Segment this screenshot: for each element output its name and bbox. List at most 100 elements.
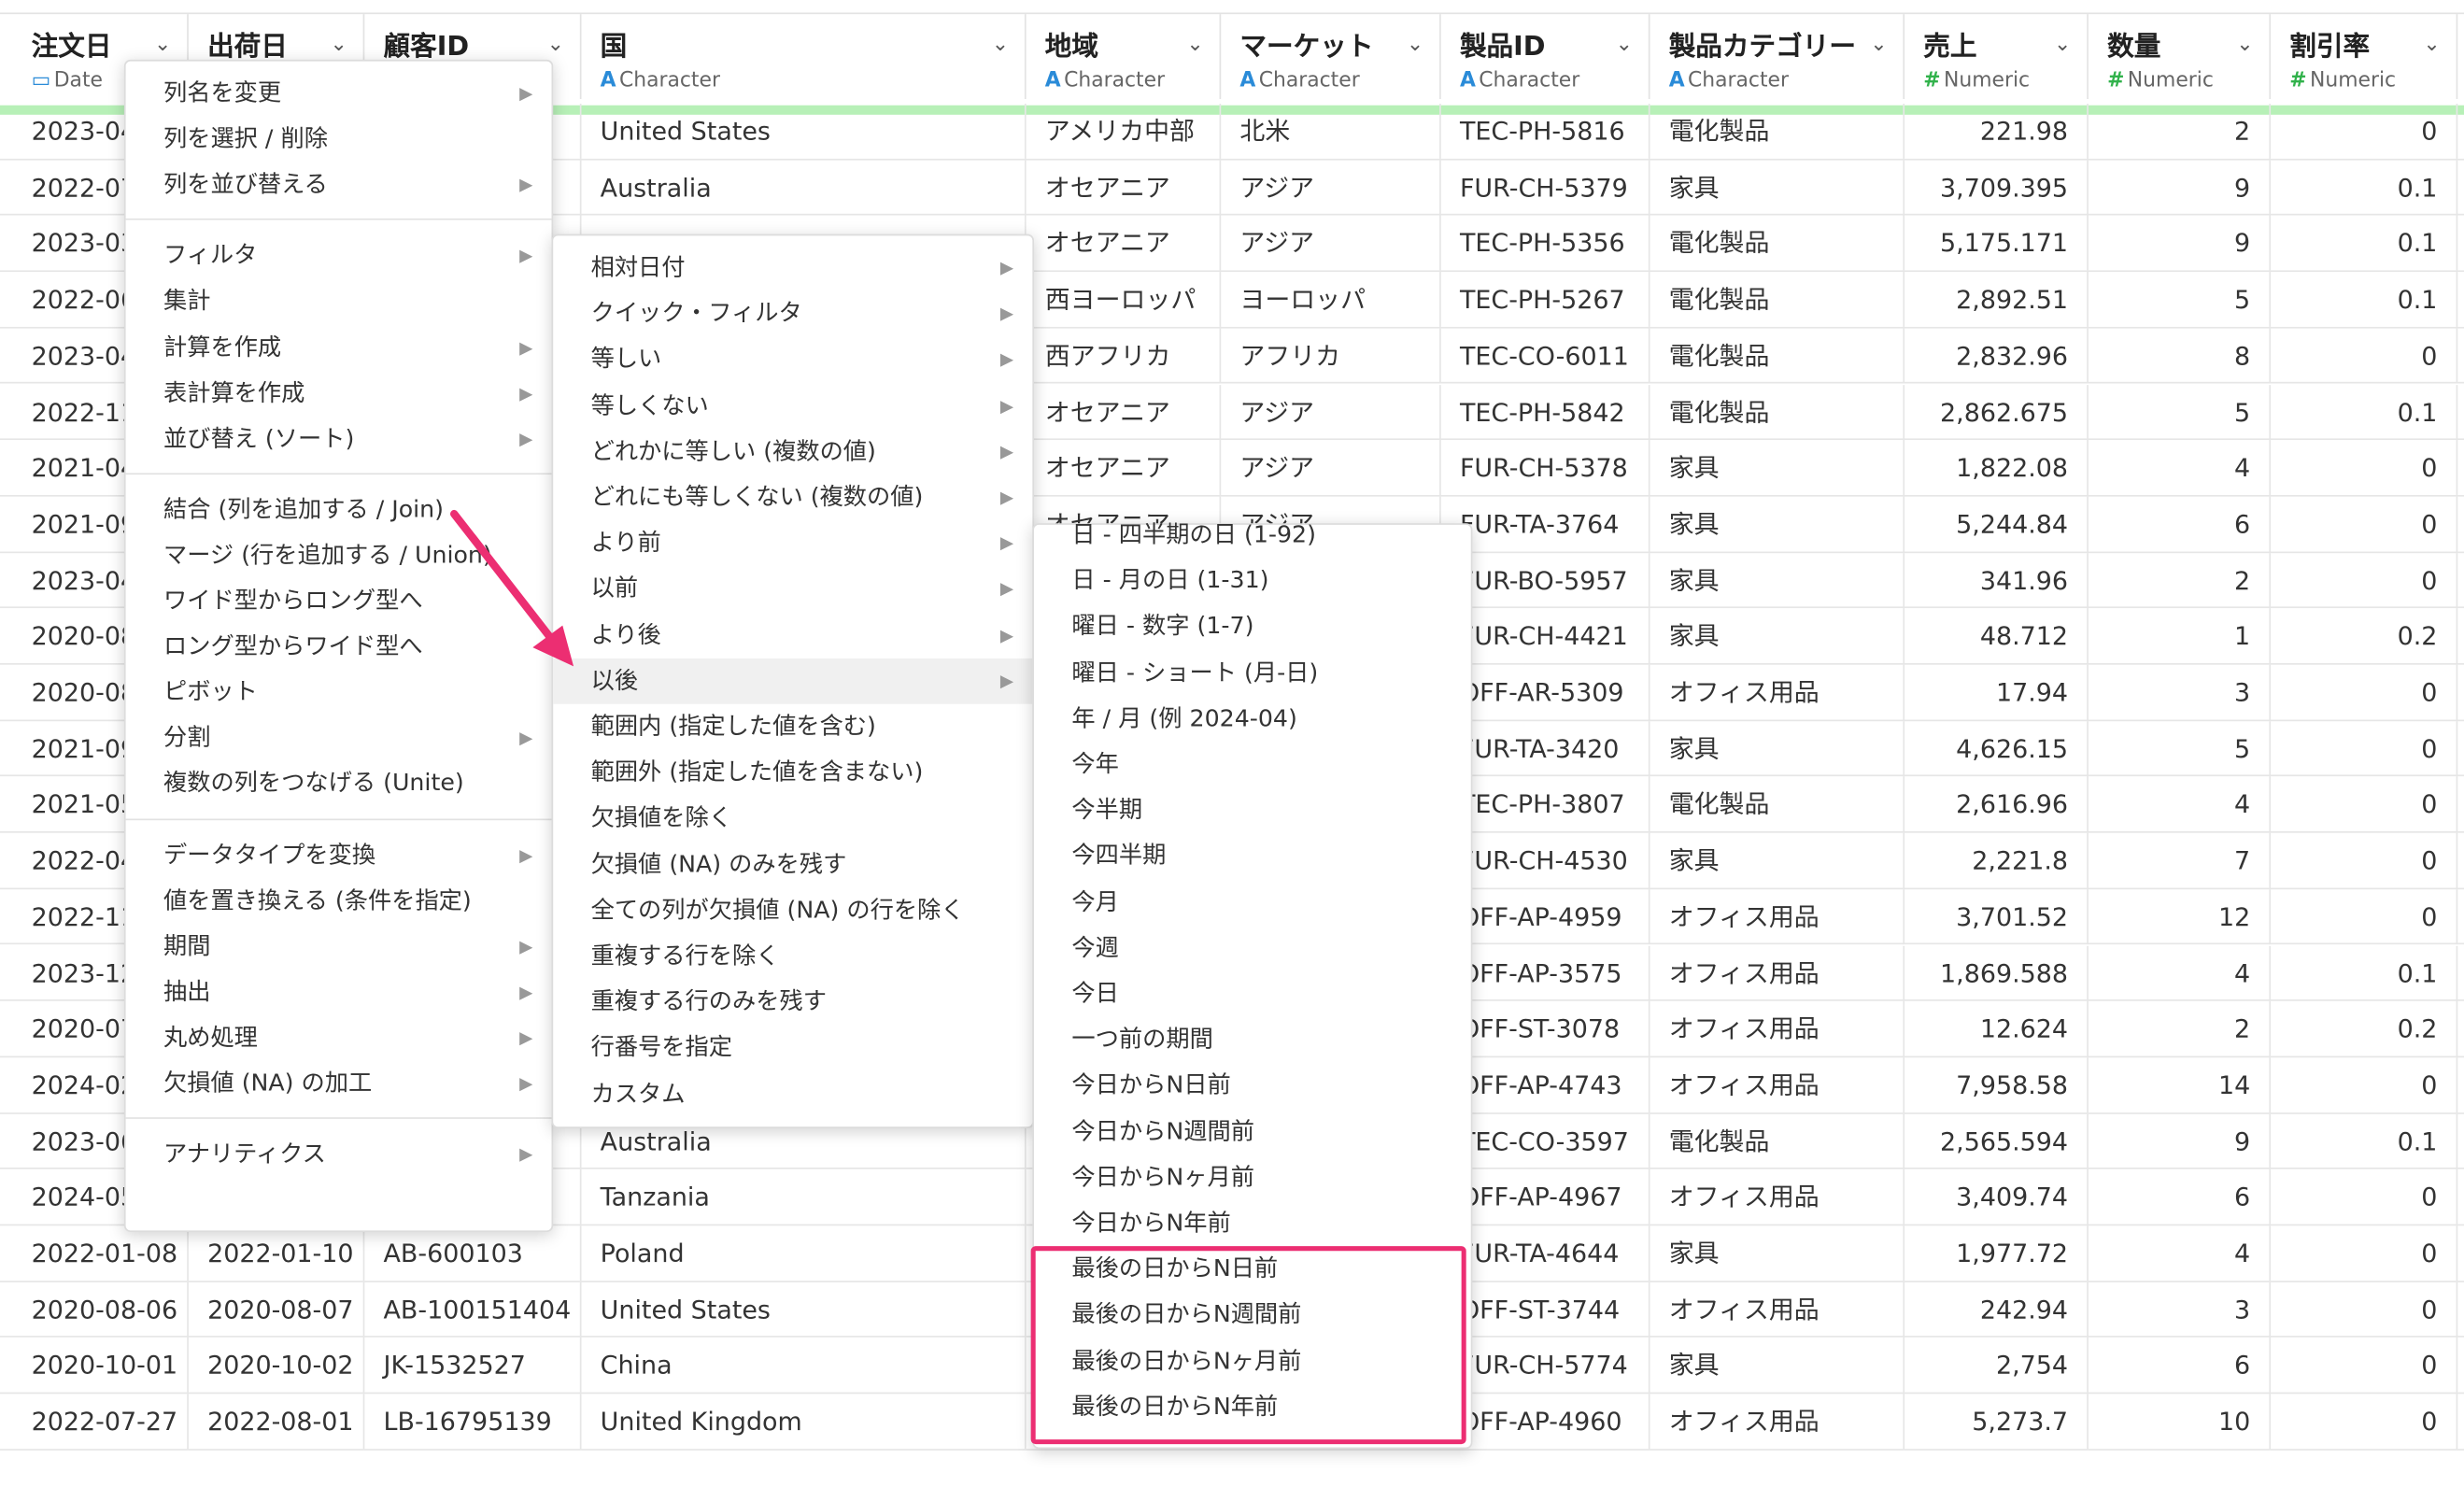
menu-item[interactable]: 値を置き換える (条件を指定) <box>126 878 552 924</box>
chevron-down-icon[interactable]: ⌄ <box>1870 33 1887 56</box>
menu-item[interactable]: データタイプを変換 ▶ <box>126 832 552 878</box>
table-cell: 2022-01-10 <box>189 1225 365 1282</box>
menu-item[interactable]: フィルタ ▶ <box>126 233 552 278</box>
menu-item[interactable]: 列を選択 / 削除 <box>126 117 552 163</box>
menu-item-label: 重複する行のみを残す <box>590 986 827 1016</box>
filter-menu-item[interactable]: 欠損値 (NA) のみを残す <box>553 842 1032 887</box>
chevron-down-icon[interactable]: ⌄ <box>1616 33 1633 56</box>
date-menu-item[interactable]: 今日からN週間前 <box>1034 1109 1471 1154</box>
date-menu-item[interactable]: 今四半期 <box>1034 833 1471 879</box>
date-menu-item[interactable]: 今半期 <box>1034 787 1471 833</box>
menu-item[interactable]: 抽出 ▶ <box>126 970 552 1015</box>
filter-menu-item[interactable]: どれにも等しくない (複数の値) ▶ <box>553 474 1032 520</box>
menu-item[interactable]: ロング型からワイド型へ <box>126 624 552 670</box>
filter-menu-item[interactable]: クイック・フィルタ ▶ <box>553 291 1032 337</box>
table-cell: TEC-PH-5267 <box>1441 272 1650 328</box>
date-menu-item[interactable]: 今週 <box>1034 926 1471 971</box>
character-type-icon: A <box>1239 69 1256 93</box>
chevron-down-icon[interactable]: ⌄ <box>992 33 1009 56</box>
filter-menu-item[interactable]: より前 ▶ <box>553 520 1032 566</box>
date-menu-item[interactable]: 今日 <box>1034 971 1471 1017</box>
filter-menu-item[interactable]: 行番号を指定 <box>553 1026 1032 1071</box>
table-cell: 2,616.96 <box>1905 776 2089 832</box>
column-header-10[interactable]: 割引率 # Numeric ⌄ <box>2271 14 2458 99</box>
menu-item-label: 丸め処理 <box>163 1023 258 1052</box>
filter-menu-item[interactable]: 欠損値を除く <box>553 796 1032 842</box>
filter-menu-item[interactable]: カスタム <box>553 1071 1032 1117</box>
table-cell: 0.1 <box>2271 216 2458 272</box>
filter-menu-item[interactable]: より後 ▶ <box>553 612 1032 658</box>
table-cell: 14 <box>2089 1057 2272 1112</box>
filter-menu-item[interactable]: 等しい ▶ <box>553 337 1032 383</box>
menu-item[interactable]: 期間 ▶ <box>126 924 552 970</box>
filter-menu-item[interactable]: 以前 ▶ <box>553 566 1032 612</box>
filter-menu-item[interactable]: 重複する行のみを残す <box>553 979 1032 1025</box>
menu-item[interactable]: 並び替え (ソート) ▶ <box>126 416 552 461</box>
chevron-down-icon[interactable]: ⌄ <box>2236 33 2253 56</box>
column-header-9[interactable]: 数量 # Numeric ⌄ <box>2089 14 2272 99</box>
chevron-down-icon[interactable]: ⌄ <box>547 33 564 56</box>
menu-item-label: 欠損値 (NA) のみを残す <box>590 849 847 878</box>
column-header-7[interactable]: 製品カテゴリー A Character ⌄ <box>1650 14 1905 99</box>
table-cell: 4 <box>2089 440 2272 496</box>
filter-menu-item[interactable]: 重複する行を除く <box>553 933 1032 979</box>
chevron-down-icon[interactable]: ⌄ <box>330 33 347 56</box>
date-menu-item[interactable]: 日 - 四半期の日 (1-92) <box>1034 512 1471 558</box>
filter-menu-item[interactable]: 範囲内 (指定した値を含む) <box>553 704 1032 750</box>
menu-item[interactable]: 丸め処理 ▶ <box>126 1015 552 1061</box>
character-type-icon: A <box>1459 69 1476 93</box>
menu-item-label: 日 - 四半期の日 (1-92) <box>1071 519 1316 549</box>
menu-item[interactable]: 分割 ▶ <box>126 715 552 761</box>
chevron-down-icon[interactable]: ⌄ <box>1407 33 1423 56</box>
date-menu-item[interactable]: 今日からN日前 <box>1034 1063 1471 1109</box>
menu-item[interactable]: 列を並び替える ▶ <box>126 163 552 208</box>
chevron-down-icon[interactable]: ⌄ <box>1186 33 1203 56</box>
table-cell: 1,822.08 <box>1905 440 2089 496</box>
date-menu-item[interactable]: 年 / 月 (例 2024-04) <box>1034 696 1471 742</box>
date-menu-item[interactable]: 曜日 - 数字 (1-7) <box>1034 604 1471 650</box>
chevron-down-icon[interactable]: ⌄ <box>2423 33 2440 56</box>
filter-menu-item[interactable]: 全ての列が欠損値 (NA) の行を除く <box>553 887 1032 933</box>
column-header-6[interactable]: 製品ID A Character ⌄ <box>1441 14 1650 99</box>
menu-item[interactable]: 結合 (列を追加する / Join) <box>126 487 552 532</box>
date-menu-item[interactable]: 今日からN年前 <box>1034 1200 1471 1246</box>
menu-item[interactable]: 複数の列をつなげる (Unite) <box>126 761 552 807</box>
column-header-4[interactable]: 地域 A Character ⌄ <box>1027 14 1222 99</box>
table-cell: 0 <box>2271 832 2458 888</box>
menu-item[interactable]: 計算を作成 ▶ <box>126 324 552 370</box>
menu-item-label: フィルタ <box>163 240 258 270</box>
column-header-5[interactable]: マーケット A Character ⌄ <box>1221 14 1441 99</box>
menu-item[interactable]: マージ (行を追加する / Union) <box>126 532 552 578</box>
menu-item[interactable]: 集計 <box>126 278 552 324</box>
chevron-down-icon[interactable]: ⌄ <box>154 33 171 56</box>
menu-item[interactable]: 欠損値 (NA) の加工 ▶ <box>126 1061 552 1107</box>
date-menu-item[interactable]: 今月 <box>1034 879 1471 925</box>
menu-item[interactable]: 表計算を作成 ▶ <box>126 370 552 416</box>
column-name: 注文日 <box>31 31 112 64</box>
date-menu-item[interactable]: 今年 <box>1034 742 1471 787</box>
menu-item[interactable]: 列名を変更 ▶ <box>126 71 552 117</box>
table-cell: アジア <box>1221 440 1441 496</box>
table-cell: 4,626.15 <box>1905 720 2089 776</box>
filter-menu-item[interactable]: 等しくない ▶ <box>553 383 1032 429</box>
character-type-icon: A <box>600 69 616 93</box>
column-type-label: Character <box>1688 69 1789 93</box>
filter-menu-item[interactable]: 以後 ▶ <box>553 658 1033 704</box>
table-cell: アフリカ <box>1221 328 1441 384</box>
menu-item[interactable]: ピボット <box>126 670 552 715</box>
column-header-8[interactable]: 売上 # Numeric ⌄ <box>1905 14 2089 99</box>
date-menu-item[interactable]: 今日からNヶ月前 <box>1034 1154 1471 1200</box>
date-menu-item[interactable]: 一つ前の期間 <box>1034 1017 1471 1063</box>
filter-menu-item[interactable]: どれかに等しい (複数の値) ▶ <box>553 429 1032 474</box>
date-menu-item[interactable]: 日 - 月の日 (1-31) <box>1034 559 1471 604</box>
filter-menu-item[interactable]: 範囲外 (指定した値を含まない) <box>553 750 1032 796</box>
date-menu-item[interactable]: 曜日 - ショート (月-日) <box>1034 650 1471 696</box>
character-type-icon: A <box>1668 69 1685 93</box>
chevron-down-icon[interactable]: ⌄ <box>2054 33 2071 56</box>
menu-item-label: 計算を作成 <box>163 332 282 361</box>
filter-menu-item[interactable]: 相対日付 ▶ <box>553 245 1032 290</box>
menu-item[interactable]: アナリティクス ▶ <box>126 1131 552 1177</box>
column-header-3[interactable]: 国 A Character ⌄ <box>581 14 1027 99</box>
menu-item[interactable]: ワイド型からロング型へ <box>126 578 552 624</box>
table-cell: 7 <box>2089 832 2272 888</box>
